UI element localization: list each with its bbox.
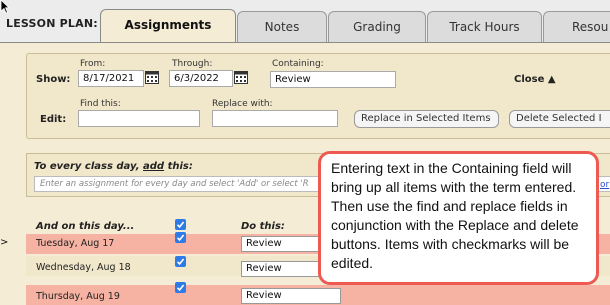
add-link[interactable]: add — [143, 161, 164, 172]
calendar-icon[interactable] — [145, 70, 159, 84]
select-all-checkbox[interactable] — [175, 219, 186, 230]
replace-field[interactable] — [212, 110, 338, 127]
row-day-label: Thursday, Aug 19 — [36, 291, 120, 302]
column-header-do: Do this: — [241, 221, 285, 232]
row-assignment-field[interactable]: Review — [241, 288, 341, 304]
replace-with-label: Replace with: — [212, 99, 273, 109]
through-label: Through: — [172, 59, 213, 69]
show-label: Show: — [36, 74, 71, 85]
checkmark-icon — [176, 258, 185, 266]
calendar-icon[interactable] — [234, 70, 248, 84]
row-day-label: Wednesday, Aug 18 — [36, 262, 131, 273]
edit-label: Edit: — [40, 114, 67, 125]
replace-selected-button[interactable]: Replace in Selected Items — [354, 110, 499, 128]
current-row-indicator: > — [0, 237, 9, 248]
from-label: From: — [80, 59, 106, 69]
tab-grading[interactable]: Grading — [328, 11, 426, 43]
from-date-field[interactable]: 8/17/2021 — [78, 70, 144, 87]
find-field[interactable] — [78, 110, 200, 127]
tab-assignments[interactable]: Assignments — [100, 9, 236, 43]
row-day-label: Tuesday, Aug 17 — [36, 238, 115, 249]
checkmark-icon — [176, 284, 185, 292]
column-header-day: And on this day... — [36, 221, 135, 232]
row-checkbox[interactable] — [175, 256, 186, 267]
tab-resources[interactable]: Resou — [543, 11, 610, 43]
mouse-cursor-icon — [0, 0, 10, 14]
tab-strip: LESSON PLAN: Assignments Notes Grading T… — [0, 0, 610, 43]
row-checkbox[interactable] — [175, 232, 186, 243]
delete-selected-button[interactable]: Delete Selected I — [509, 110, 610, 128]
tab-track-hours[interactable]: Track Hours — [427, 11, 542, 43]
find-label: Find this: — [80, 99, 121, 109]
help-callout: Entering text in the Containing field wi… — [318, 151, 599, 285]
containing-field[interactable]: Review — [270, 71, 396, 88]
checkmark-icon — [176, 221, 185, 229]
close-toggle[interactable]: Close ▲ — [514, 74, 556, 85]
tab-notes[interactable]: Notes — [237, 11, 327, 43]
row-checkbox[interactable] — [175, 282, 186, 293]
checkmark-icon — [176, 234, 185, 242]
lesson-plan-label: LESSON PLAN: — [6, 17, 98, 30]
or-link[interactable]: or — [600, 180, 609, 190]
containing-label: Containing: — [272, 59, 324, 69]
through-date-field[interactable]: 6/3/2022 — [169, 70, 233, 87]
every-day-title: To every class day, add this: — [34, 161, 193, 172]
